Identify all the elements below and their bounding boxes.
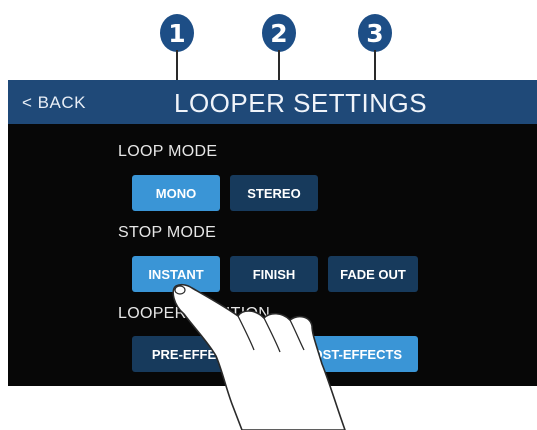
finger-tap-hand-icon: [172, 283, 346, 430]
